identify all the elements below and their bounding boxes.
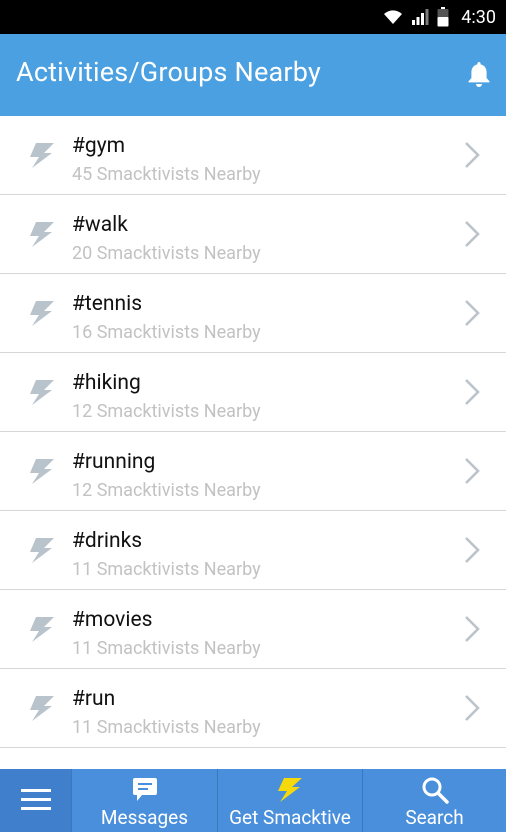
list-item-subtitle: 16 Smacktivists Nearby (72, 322, 261, 343)
menu-button[interactable] (0, 769, 72, 832)
chevron-right-icon (462, 377, 482, 407)
battery-icon (437, 7, 449, 27)
list-item-title: #tennis (72, 292, 143, 316)
chevron-right-icon (462, 535, 482, 565)
lightning-icon (26, 535, 60, 565)
lightning-icon (26, 377, 60, 407)
list-item-partial[interactable] (0, 748, 506, 769)
chevron-right-icon (462, 693, 482, 723)
chevron-right-icon (462, 456, 482, 486)
bottom-nav: Messages Get Smacktive Search (0, 769, 506, 832)
signal-icon (411, 8, 429, 26)
lightning-icon (26, 614, 60, 644)
activity-list: #gym 45 Smacktivists Nearby #walk 20 Sma… (0, 116, 506, 769)
get-smacktive-button[interactable]: Get Smacktive (218, 769, 363, 832)
get-smacktive-label: Get Smacktive (229, 806, 351, 829)
search-label: Search (405, 806, 464, 829)
list-item[interactable]: #tennis 16 Smacktivists Nearby (0, 274, 506, 353)
page-title: Activities/Groups Nearby (16, 56, 321, 88)
list-item-subtitle: 20 Smacktivists Nearby (72, 243, 261, 264)
list-item-subtitle: 12 Smacktivists Nearby (72, 480, 261, 501)
messages-label: Messages (100, 806, 189, 829)
list-item[interactable]: #hiking 12 Smacktivists Nearby (0, 353, 506, 432)
list-item-title: #drinks (72, 529, 143, 553)
status-bar: 4:30 (0, 0, 506, 34)
status-time: 4:30 (461, 6, 496, 28)
list-item-subtitle: 12 Smacktivists Nearby (72, 401, 261, 422)
menu-icon (20, 787, 51, 815)
list-item-subtitle: 11 Smacktivists Nearby (72, 638, 261, 659)
list-item-title: #running (72, 450, 156, 474)
chevron-right-icon (462, 298, 482, 328)
chevron-right-icon (462, 614, 482, 644)
list-item[interactable]: #gym 45 Smacktivists Nearby (0, 116, 506, 195)
lightning-icon (26, 140, 60, 170)
list-item[interactable]: #drinks 11 Smacktivists Nearby (0, 511, 506, 590)
lightning-icon (26, 298, 60, 328)
list-item[interactable]: #movies 11 Smacktivists Nearby (0, 590, 506, 669)
lightning-icon (275, 777, 305, 803)
search-icon (421, 777, 449, 804)
list-item-subtitle: 11 Smacktivists Nearby (72, 717, 261, 738)
lightning-icon (26, 693, 60, 723)
list-item[interactable]: #running 12 Smacktivists Nearby (0, 432, 506, 511)
list-item-subtitle: 11 Smacktivists Nearby (72, 559, 261, 580)
list-item-title: #walk (72, 213, 128, 237)
list-item-title: #movies (72, 608, 153, 632)
list-item-title: #run (72, 687, 116, 711)
bell-icon[interactable] (466, 60, 492, 88)
lightning-icon (26, 456, 60, 486)
app-header: Activities/Groups Nearby (0, 34, 506, 116)
chat-icon (132, 777, 158, 803)
status-icons: 4:30 (383, 0, 496, 34)
chevron-right-icon (462, 219, 482, 249)
list-item[interactable]: #run 11 Smacktivists Nearby (0, 669, 506, 748)
list-item-subtitle: 45 Smacktivists Nearby (72, 164, 261, 185)
list-item-title: #gym (72, 134, 126, 158)
messages-button[interactable]: Messages (72, 769, 218, 832)
wifi-icon (383, 8, 403, 26)
lightning-icon (26, 219, 60, 249)
chevron-right-icon (462, 140, 482, 170)
list-item-title: #hiking (72, 371, 141, 395)
list-item[interactable]: #walk 20 Smacktivists Nearby (0, 195, 506, 274)
search-button[interactable]: Search (363, 769, 506, 832)
